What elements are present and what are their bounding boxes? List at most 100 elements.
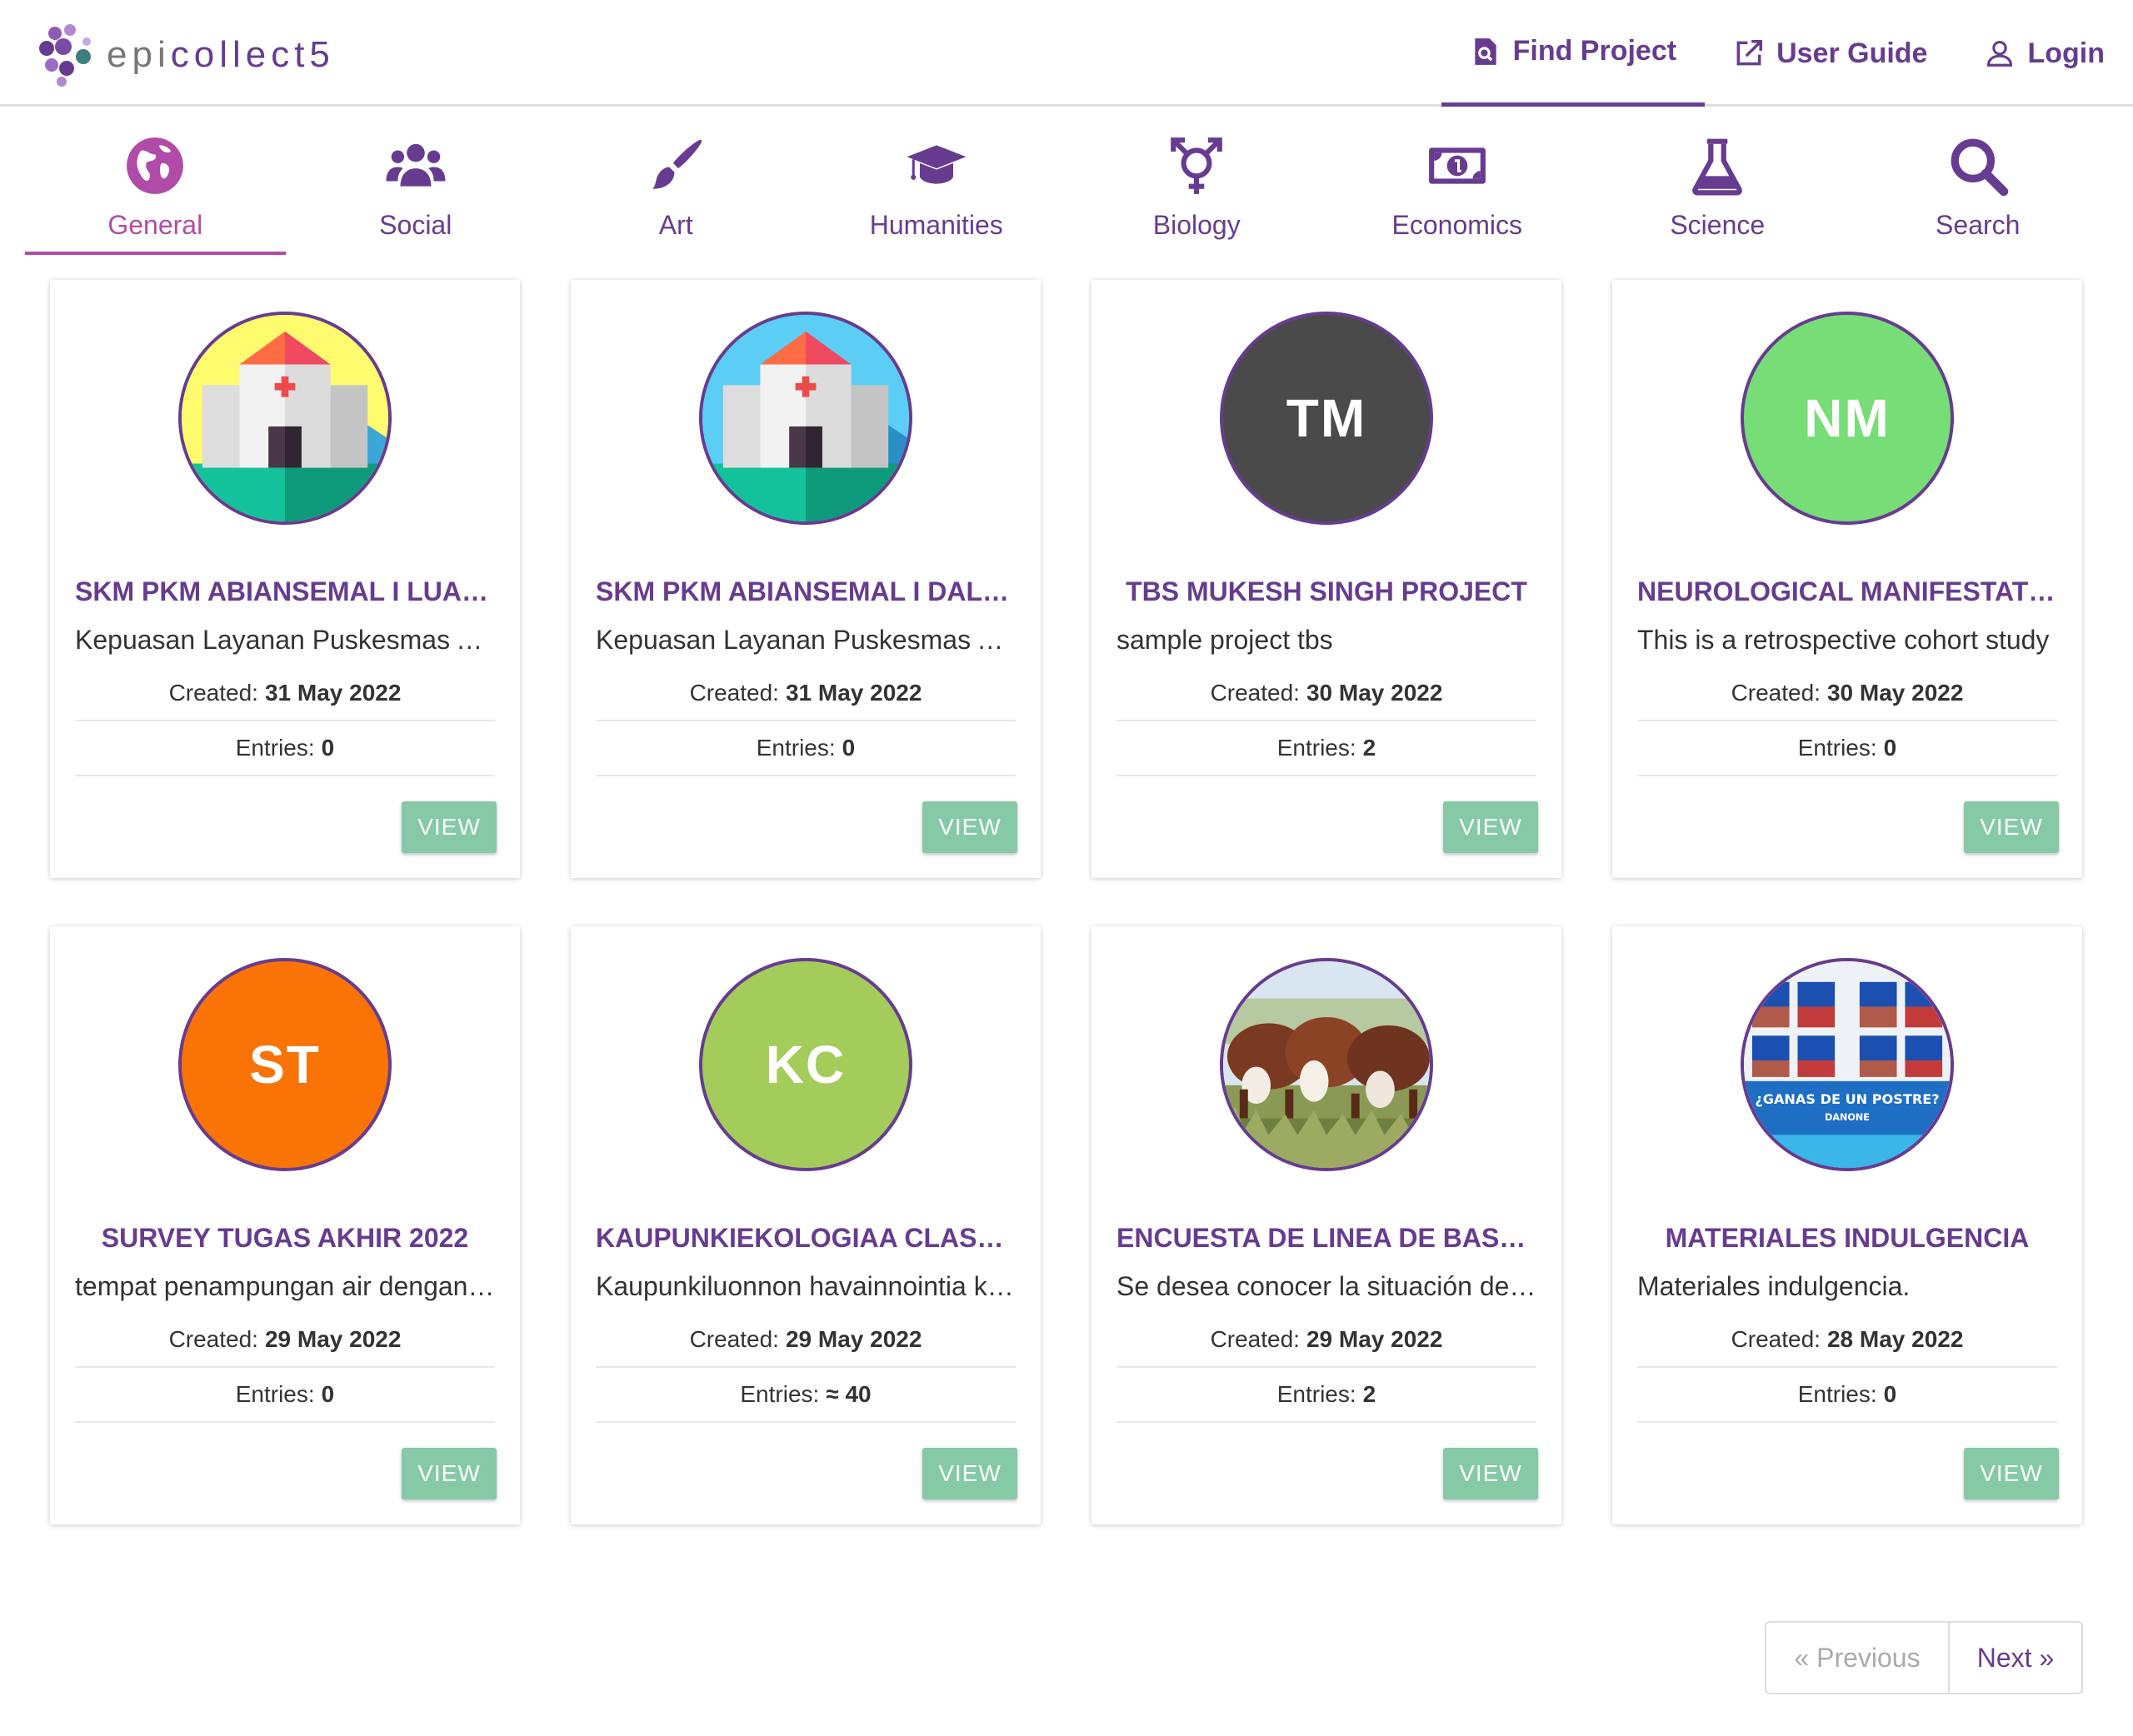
view-button[interactable]: VIEW (402, 1448, 497, 1499)
created-label: Created: (168, 1326, 258, 1352)
external-link-icon (1736, 40, 1763, 66)
project-created: Created: 30 May 2022 (1637, 666, 2057, 721)
project-avatar[interactable]: ¿GANAS DE UN POSTRE? DANONE (1741, 958, 1954, 1171)
nav-user-guide[interactable]: User Guide (1705, 0, 1956, 107)
project-avatar[interactable] (178, 312, 392, 525)
flask-icon (1692, 138, 1743, 196)
project-created: Created: 31 May 2022 (75, 666, 495, 721)
project-avatar[interactable]: NM (1741, 312, 1954, 525)
category-tabs: General Social Art Humanities Biology Ec… (25, 125, 2108, 255)
project-card: ¿GANAS DE UN POSTRE? DANONE MATERIALES I… (1612, 926, 2082, 1524)
created-label: Created: (1731, 680, 1821, 706)
created-date: 30 May 2022 (1826, 680, 1964, 706)
tab-economics[interactable]: Economics (1327, 125, 1588, 255)
project-title[interactable]: TBS MUKESH SINGH PROJECT (1116, 576, 1536, 607)
money-icon (1428, 147, 1486, 184)
project-avatar[interactable]: TM (1220, 312, 1433, 525)
project-description: Materiales indulgencia. (1637, 1271, 1911, 1301)
created-label: Created: (168, 680, 258, 706)
hospital-yellow-icon (182, 315, 388, 521)
logo-wordmark-suffix: collect5 (170, 34, 335, 75)
created-label: Created: (1210, 1326, 1300, 1352)
view-button[interactable]: VIEW (1443, 1448, 1538, 1499)
avatar-initials: KC (765, 1035, 847, 1095)
created-date: 29 May 2022 (264, 1326, 402, 1352)
project-entries: Entries: 0 (75, 1368, 495, 1423)
tab-biology[interactable]: Biology (1066, 125, 1327, 255)
epicollect-logo-icon (39, 24, 91, 87)
project-title[interactable]: NEUROLOGICAL MANIFESTATIONS (1637, 576, 2057, 607)
project-title[interactable]: MATERIALES INDULGENCIA (1637, 1223, 2057, 1254)
view-button[interactable]: VIEW (1964, 801, 2059, 853)
created-date: 30 May 2022 (1306, 680, 1443, 706)
project-entries: Entries: 0 (596, 721, 1016, 776)
tab-economics-label: Economics (1391, 210, 1523, 240)
view-button[interactable]: VIEW (922, 1448, 1017, 1499)
project-card: NM NEUROLOGICAL MANIFESTATIONS This is a… (1612, 280, 2082, 878)
project-title[interactable]: SURVEY TUGAS AKHIR 2022 (75, 1223, 495, 1254)
project-avatar[interactable] (1220, 958, 1433, 1171)
entries-label: Entries: (1797, 1381, 1877, 1407)
hospital-blue-icon (702, 315, 909, 521)
project-created: Created: 29 May 2022 (596, 1313, 1016, 1368)
avatar-initials: NM (1804, 388, 1891, 448)
tab-search[interactable]: Search (1848, 125, 2109, 255)
tab-humanities[interactable]: Humanities (807, 125, 1067, 255)
project-avatar[interactable]: ST (178, 958, 392, 1171)
danone-caption: ¿GANAS DE UN POSTRE? (1755, 1091, 1939, 1107)
header-nav: Find Project User Guide Login (1441, 0, 2133, 107)
created-date: 29 May 2022 (785, 1326, 922, 1352)
entries-count: ≈ 40 (826, 1381, 872, 1407)
project-title[interactable]: SKM PKM ABIANSEMAL I DALAM GEDUNG (596, 576, 1016, 607)
view-button[interactable]: VIEW (922, 801, 1017, 853)
graduation-cap-icon (907, 145, 967, 184)
tab-art[interactable]: Art (546, 125, 807, 255)
tab-social-label: Social (379, 210, 452, 240)
project-description: This is a retrospective cohort study (1637, 625, 2050, 655)
view-button[interactable]: VIEW (1443, 801, 1538, 853)
entries-label: Entries: (235, 1381, 315, 1407)
entries-count: 0 (1883, 735, 1897, 761)
next-page-button[interactable]: Next » (1950, 1623, 2081, 1693)
search-icon (1951, 138, 2008, 197)
project-entries: Entries: 0 (1637, 1368, 2057, 1423)
created-label: Created: (689, 1326, 779, 1352)
paintbrush-icon (652, 139, 702, 189)
cattle-photo-icon (1223, 961, 1430, 1168)
nav-login-label: Login (2027, 37, 2105, 69)
created-label: Created: (1731, 1326, 1821, 1352)
avatar-initials: ST (249, 1035, 321, 1095)
logo-wordmark: epicollect5 (107, 34, 335, 76)
project-title[interactable]: KAUPUNKIEKOLOGIAA CLASUNIT (596, 1223, 1016, 1254)
tab-humanities-label: Humanities (869, 210, 1003, 240)
gender-icon (1171, 137, 1223, 194)
project-title[interactable]: ENCUESTA DE LINEA DE BASE GANADERA (1116, 1223, 1536, 1254)
project-card: KC KAUPUNKIEKOLOGIAA CLASUNIT Kaupunkilu… (571, 926, 1041, 1524)
nav-user-guide-label: User Guide (1776, 37, 1928, 69)
entries-label: Entries: (1797, 735, 1877, 761)
project-description: Se desea conocer la situación de los pro… (1116, 1271, 1536, 1301)
project-title[interactable]: SKM PKM ABIANSEMAL I LUAR GEDUNG (75, 576, 495, 607)
view-button[interactable]: VIEW (402, 801, 497, 853)
tab-science[interactable]: Science (1587, 125, 1848, 255)
view-button[interactable]: VIEW (1964, 1448, 2059, 1499)
project-created: Created: 28 May 2022 (1637, 1313, 2057, 1368)
tab-social[interactable]: Social (286, 125, 547, 255)
entries-label: Entries: (1276, 735, 1356, 761)
project-description: Kaupunkiluonnon havainnointia kaupungiss… (596, 1271, 1016, 1301)
entries-count: 0 (321, 1381, 335, 1407)
project-avatar[interactable] (699, 312, 912, 525)
project-avatar[interactable]: KC (699, 958, 912, 1171)
project-description: tempat penampungan air dengan jentik (75, 1271, 495, 1301)
entries-count: 2 (1362, 1381, 1376, 1407)
previous-page-button[interactable]: « Previous (1766, 1623, 1950, 1693)
created-date: 29 May 2022 (1306, 1326, 1443, 1352)
logo-wordmark-prefix: epi (107, 34, 171, 75)
epicollect5-logo[interactable]: epicollect5 (37, 22, 335, 88)
nav-login[interactable]: Login (1956, 0, 2133, 107)
created-date: 31 May 2022 (264, 680, 402, 706)
nav-find-project[interactable]: Find Project (1441, 0, 1706, 107)
top-navbar: epicollect5 Find Project User Guide Logi… (0, 0, 2133, 107)
tab-general[interactable]: General (25, 125, 286, 255)
entries-label: Entries: (1276, 1381, 1356, 1407)
